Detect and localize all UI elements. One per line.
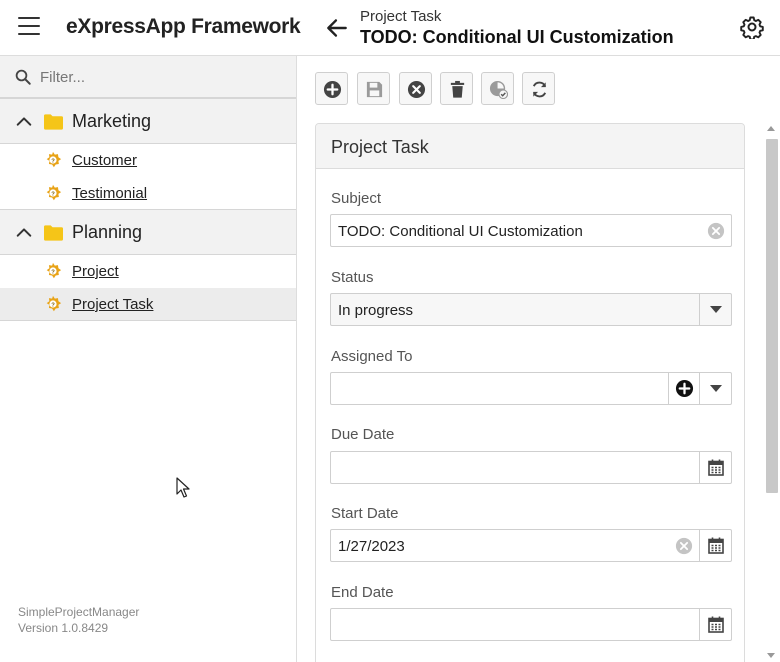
nav-item-label: Customer [72,152,138,169]
validate-icon [489,80,508,99]
nav-group-label: Marketing [72,111,152,131]
clear-icon[interactable] [707,222,725,240]
search-icon [15,69,31,85]
business-object-icon: ? [46,262,62,279]
end-date-label: End Date [331,584,394,601]
cancel-button[interactable] [399,72,432,105]
navigation-sidebar: Marketing ? Customer ? Testimonial Plann… [0,56,297,662]
mouse-cursor-icon [176,477,190,498]
breadcrumb: Project Task [360,8,442,25]
subject-label: Subject [331,190,382,207]
detail-panel: Project Task Subject TODO: Conditional U… [315,123,745,662]
nav-item-customer[interactable]: ? Customer [0,144,296,177]
business-object-icon: ? [46,151,62,168]
end-date-field[interactable] [330,608,732,641]
app-title: eXpressApp Framework [66,15,301,38]
panel-header: Project Task [316,124,744,169]
start-date-value: 1/27/2023 [338,538,405,555]
svg-text:?: ? [51,303,55,309]
nav-item-label: Testimonial [72,185,148,202]
validate-button[interactable] [481,72,514,105]
folder-icon [44,114,63,130]
chevron-up-icon[interactable] [15,224,33,242]
start-date-field[interactable]: 1/27/2023 [330,529,732,562]
assigned-to-dropdown-button[interactable] [699,373,731,404]
status-dropdown-button[interactable] [699,294,731,325]
nav-group-marketing[interactable]: Marketing [0,98,296,144]
calendar-icon [708,616,724,633]
app-name: SimpleProjectManager [18,605,140,619]
end-date-calendar-button[interactable] [699,609,731,640]
menu-icon[interactable] [18,17,40,36]
nav-item-label: Project Task [72,296,154,313]
version-info: SimpleProjectManager Version 1.0.8429 [18,604,139,636]
app-version: Version 1.0.8429 [18,621,109,635]
status-label: Status [331,269,374,286]
scroll-down-arrow-icon[interactable] [767,653,775,658]
status-value: In progress [338,302,414,319]
app-header: eXpressApp Framework Project Task TODO: … [0,0,780,56]
delete-button[interactable] [440,72,473,105]
start-date-label: Start Date [331,505,399,522]
chevron-down-icon [710,385,722,392]
business-object-icon: ? [46,295,62,312]
start-date-calendar-button[interactable] [699,530,731,561]
panel-title: Project Task [331,137,429,157]
assigned-to-label: Assigned To [331,348,413,365]
delete-icon [450,80,465,98]
save-icon [366,81,383,98]
calendar-icon [708,537,724,554]
due-date-label: Due Date [331,426,395,443]
filter-bar [0,56,296,98]
due-date-calendar-button[interactable] [699,452,731,483]
chevron-up-icon[interactable] [15,113,33,131]
svg-text:?: ? [51,159,55,165]
svg-text:?: ? [51,270,55,276]
folder-icon [44,225,63,241]
nav-item-project[interactable]: ? Project [0,255,296,288]
vertical-scrollbar[interactable] [763,123,780,662]
business-object-icon: ? [46,184,62,201]
filter-input[interactable] [40,66,280,88]
chevron-down-icon [710,306,722,313]
refresh-button[interactable] [522,72,555,105]
calendar-icon [708,459,724,476]
subject-field[interactable]: TODO: Conditional UI Customization [330,214,732,247]
gear-icon[interactable] [740,15,764,39]
new-button[interactable] [315,72,348,105]
nav-item-testimonial[interactable]: ? Testimonial [0,177,296,210]
subject-value: TODO: Conditional UI Customization [338,223,583,240]
assigned-to-lookup[interactable] [330,372,732,405]
save-button[interactable] [357,72,390,105]
nav-item-label: Project [72,263,119,280]
clear-icon[interactable] [675,537,693,555]
cancel-icon [407,80,426,99]
svg-text:?: ? [51,192,55,198]
assigned-to-add-button[interactable] [668,373,699,404]
nav-item-project-task[interactable]: ? Project Task [0,288,296,321]
nav-group-label: Planning [72,222,143,242]
page-title: TODO: Conditional UI Customization [360,27,674,47]
back-arrow-icon[interactable] [324,15,350,41]
status-select[interactable]: In progress [330,293,732,326]
due-date-field[interactable] [330,451,732,484]
nav-group-planning[interactable]: Planning [0,209,296,255]
refresh-icon [532,81,547,98]
scroll-up-arrow-icon[interactable] [767,126,775,131]
add-icon [323,80,342,99]
add-icon [675,379,694,398]
scroll-thumb[interactable] [766,139,778,493]
